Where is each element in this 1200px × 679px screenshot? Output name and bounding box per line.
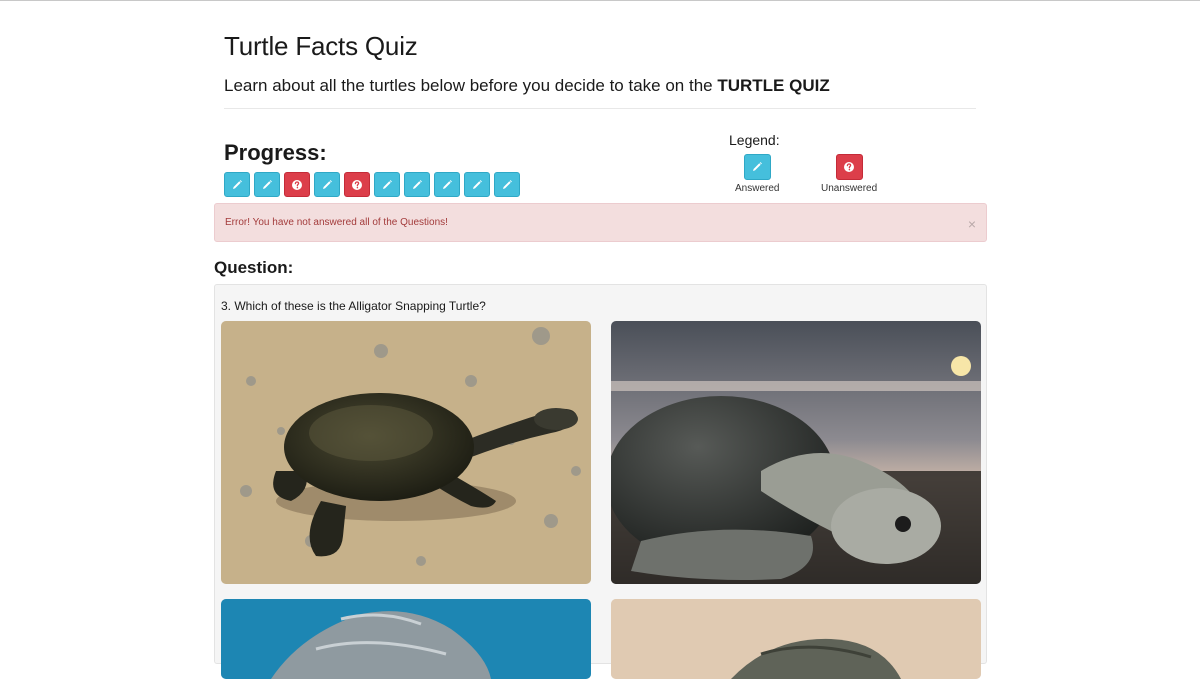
question-panel: 3. Which of these is the Alligator Snapp…: [214, 284, 987, 679]
close-icon[interactable]: ×: [968, 216, 976, 232]
legend-answered-label: Answered: [735, 183, 780, 194]
answer-option-2[interactable]: [611, 321, 981, 584]
progress-question-7[interactable]: [404, 172, 430, 197]
answer-option-1[interactable]: [221, 321, 591, 584]
error-alert: Error! You have not answered all of the …: [214, 203, 987, 242]
answer-option-4[interactable]: [611, 599, 981, 679]
question-icon: [292, 179, 302, 190]
pencil-icon: [383, 179, 392, 189]
alert-message: Error! You have not answered all of the …: [225, 217, 448, 228]
question-icon: [352, 179, 362, 190]
pencil-icon: [233, 179, 242, 189]
progress-question-2[interactable]: [254, 172, 280, 197]
progress-question-1[interactable]: [224, 172, 250, 197]
turtle-image-sea-turtle: [611, 321, 981, 584]
turtle-image-long-neck: [221, 321, 591, 584]
pencil-icon: [473, 179, 482, 189]
pencil-icon: [753, 162, 763, 171]
progress-question-6[interactable]: [374, 172, 400, 197]
page-title: Turtle Facts Quiz: [224, 31, 418, 61]
legend-unanswered-label: Unanswered: [821, 183, 878, 194]
answer-option-3[interactable]: [221, 599, 591, 679]
progress-question-10[interactable]: [494, 172, 520, 197]
pencil-icon: [323, 179, 332, 189]
legend-unanswered: Unanswered: [821, 154, 877, 194]
progress-question-8[interactable]: [434, 172, 460, 197]
legend-answered: Answered: [735, 154, 779, 194]
header-divider: [224, 108, 976, 109]
legend-heading: Legend:: [729, 132, 780, 148]
turtle-image-leatherback: [221, 599, 591, 679]
progress-question-3[interactable]: [284, 172, 310, 197]
legend-unanswered-swatch: [835, 154, 863, 180]
question-text: 3. Which of these is the Alligator Snapp…: [221, 299, 486, 313]
turtle-image-sand: [611, 599, 981, 679]
progress-question-5[interactable]: [344, 172, 370, 197]
question-icon: [844, 162, 855, 172]
progress-question-4[interactable]: [314, 172, 340, 197]
pencil-icon: [413, 179, 422, 189]
pencil-icon: [503, 179, 512, 189]
progress-buttons: [224, 172, 520, 197]
question-heading: Question:: [214, 258, 294, 277]
page-subtitle: Learn about all the turtles below before…: [224, 76, 830, 96]
subtitle-quiz-name: TURTLE QUIZ: [717, 76, 830, 95]
subtitle-text: Learn about all the turtles below before…: [224, 76, 718, 95]
top-border: [0, 0, 1200, 1]
progress-heading: Progress:: [224, 140, 327, 165]
pencil-icon: [263, 179, 272, 189]
pencil-icon: [443, 179, 452, 189]
progress-question-9[interactable]: [464, 172, 490, 197]
legend-answered-swatch: [743, 154, 771, 180]
